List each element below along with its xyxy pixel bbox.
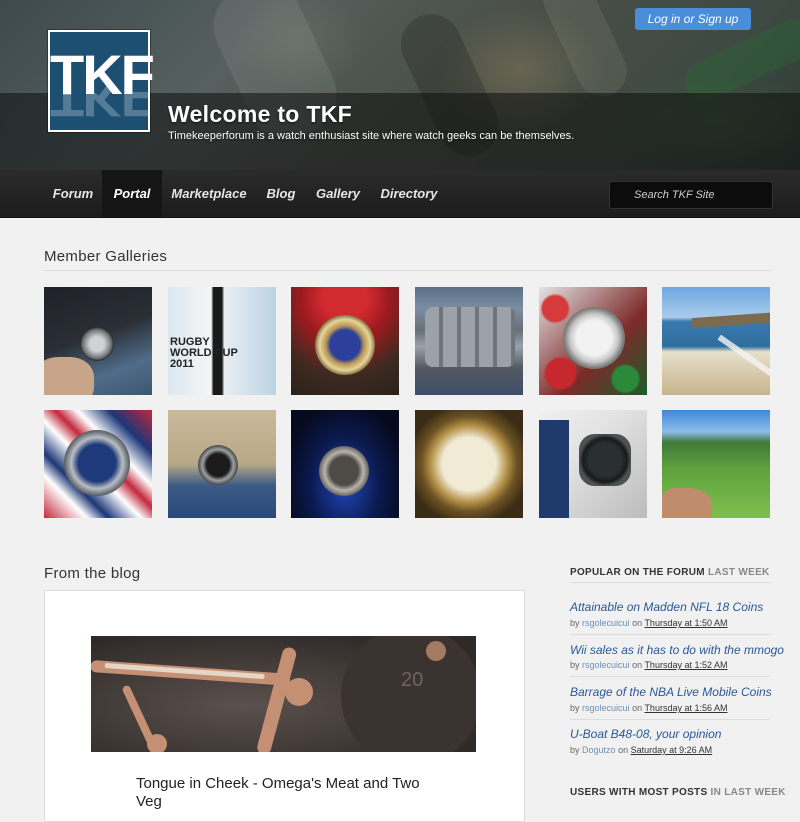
popular-post-meta-4: by Dogutzo on Saturday at 9:26 AM: [570, 745, 712, 755]
meta-on: on: [618, 745, 629, 755]
logo-reflection: TKF: [50, 86, 148, 129]
blog-post-title[interactable]: Tongue in Cheek - Omega's Meat and Two V…: [136, 775, 436, 811]
popular-forum-heading: POPULAR ON THE FORUM LAST WEEK: [570, 567, 770, 578]
popular-post-link-2[interactable]: Wii sales as it has to do with the mmogo: [570, 643, 784, 657]
nav-portal[interactable]: Portal: [102, 170, 162, 217]
post-date[interactable]: Thursday at 1:50 AM: [644, 618, 727, 628]
most-posts-heading-main: USERS WITH MOST POSTS: [570, 787, 708, 798]
gallery-thumb-4[interactable]: [415, 287, 523, 395]
member-galleries-title: Member Galleries: [44, 248, 168, 265]
meta-on: on: [632, 660, 643, 670]
gallery-thumb-2[interactable]: RUGBY WORLD CUP 2011: [168, 287, 276, 395]
popular-post-meta-1: by rsgolecuicui on Thursday at 1:50 AM: [570, 618, 727, 628]
gallery-thumb-9[interactable]: [291, 410, 399, 518]
site-tagline: Timekeeperforum is a watch enthusiast si…: [168, 130, 575, 142]
nav-directory[interactable]: Directory: [370, 170, 448, 217]
popular-post-meta-3: by rsgolecuicui on Thursday at 1:56 AM: [570, 703, 727, 713]
nav-marketplace[interactable]: Marketplace: [162, 170, 256, 217]
popular-post-link-3[interactable]: Barrage of the NBA Live Mobile Coins: [570, 685, 772, 699]
svg-text:20: 20: [401, 669, 423, 691]
gallery-thumb-6[interactable]: [662, 287, 770, 395]
post-date[interactable]: Thursday at 1:52 AM: [644, 660, 727, 670]
meta-on: on: [632, 703, 643, 713]
gallery-thumb-12[interactable]: [662, 410, 770, 518]
post-author-link[interactable]: Dogutzo: [582, 745, 616, 755]
gallery-thumb-7[interactable]: [44, 410, 152, 518]
nav-forum[interactable]: Forum: [44, 170, 102, 217]
popular-post-meta-2: by rsgolecuicui on Thursday at 1:52 AM: [570, 660, 727, 670]
search-placeholder: Search TKF Site: [634, 189, 715, 201]
gallery-thumb-1[interactable]: [44, 287, 152, 395]
post-date[interactable]: Thursday at 1:56 AM: [644, 703, 727, 713]
popular-post-link-1[interactable]: Attainable on Madden NFL 18 Coins: [570, 600, 763, 614]
post-author-link[interactable]: rsgolecuicui: [582, 618, 630, 628]
gallery-thumb-10[interactable]: [415, 410, 523, 518]
popular-heading-main: POPULAR ON THE FORUM: [570, 567, 705, 578]
most-posts-heading: USERS WITH MOST POSTS IN LAST WEEK: [570, 787, 786, 798]
nav-gallery[interactable]: Gallery: [306, 170, 370, 217]
meta-on: on: [632, 618, 643, 628]
meta-by: by: [570, 745, 580, 755]
gallery-thumb-11[interactable]: [539, 410, 647, 518]
meta-by: by: [570, 618, 580, 628]
post-author-link[interactable]: rsgolecuicui: [582, 660, 630, 670]
site-search-input[interactable]: Search TKF Site: [609, 181, 773, 209]
site-logo[interactable]: TKF TKF: [48, 30, 155, 132]
post-date[interactable]: Saturday at 9:26 AM: [631, 745, 713, 755]
gallery-thumb-5[interactable]: [539, 287, 647, 395]
meta-by: by: [570, 660, 580, 670]
popular-post-link-4[interactable]: U-Boat B48-08, your opinion: [570, 727, 721, 741]
most-posts-heading-period: IN LAST WEEK: [710, 787, 786, 798]
watch-dial-illustration: 20: [91, 636, 476, 752]
blog-section-title: From the blog: [44, 565, 141, 582]
rugby-text-3: 2011: [170, 358, 194, 370]
meta-by: by: [570, 703, 580, 713]
site-title: Welcome to TKF: [168, 101, 352, 127]
blog-post-image[interactable]: 20: [91, 636, 476, 752]
login-signup-button[interactable]: Log in or Sign up: [635, 8, 751, 30]
gallery-thumb-8[interactable]: [168, 410, 276, 518]
gallery-thumb-3[interactable]: [291, 287, 399, 395]
nav-blog[interactable]: Blog: [256, 170, 306, 217]
popular-heading-period: LAST WEEK: [707, 567, 770, 578]
post-author-link[interactable]: rsgolecuicui: [582, 703, 630, 713]
